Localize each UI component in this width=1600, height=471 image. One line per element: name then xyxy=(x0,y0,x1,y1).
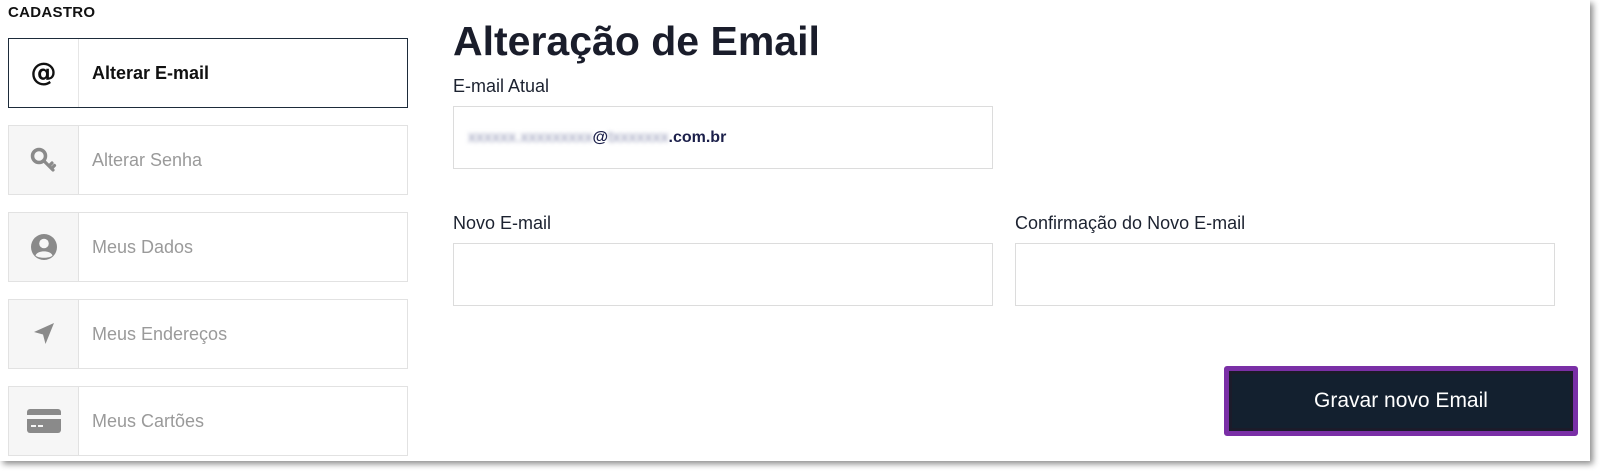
at-icon: @ xyxy=(9,39,79,107)
current-email-field: xxxxxx.xxxxxxxxx @ txxxxxxx .com.br xyxy=(453,106,993,169)
sidebar-item-meus-cartoes[interactable]: Meus Cartões xyxy=(8,386,408,456)
new-email-label: Novo E-mail xyxy=(453,213,552,233)
confirm-email-input[interactable] xyxy=(1015,243,1555,306)
blurred-username: xxxxxx.xxxxxxxxx xyxy=(468,128,593,146)
user-icon xyxy=(9,213,79,281)
blurred-domain: txxxxxxx xyxy=(608,128,669,146)
new-email-input[interactable] xyxy=(453,243,993,306)
sidebar-item-label: Meus Cartões xyxy=(92,410,205,431)
sidebar-item-alterar-email[interactable]: @ Alterar E-mail xyxy=(8,38,408,108)
confirm-email-label: Confirmação do Novo E-mail xyxy=(1015,213,1246,233)
sidebar-item-label: Alterar Senha xyxy=(92,149,203,170)
current-email-value: xxxxxx.xxxxxxxxx @ txxxxxxx .com.br xyxy=(468,128,727,146)
sidebar-item-meus-dados[interactable]: Meus Dados xyxy=(8,212,408,282)
key-icon xyxy=(9,126,79,194)
account-settings-panel: CADASTRO @ Alterar E-mail Alterar Senha … xyxy=(0,0,1590,461)
sidebar-item-label: Meus Endereços xyxy=(92,323,228,344)
sidebar-heading: CADASTRO xyxy=(8,4,96,21)
sidebar-item-alterar-senha[interactable]: Alterar Senha xyxy=(8,125,408,195)
page-title: Alteração de Email xyxy=(453,18,820,64)
location-arrow-icon xyxy=(9,300,79,368)
credit-card-icon xyxy=(9,387,79,455)
save-new-email-button[interactable]: Gravar novo Email xyxy=(1224,366,1578,436)
sidebar-item-label: Alterar E-mail xyxy=(92,62,210,83)
sidebar-item-meus-enderecos[interactable]: Meus Endereços xyxy=(8,299,408,369)
current-email-label: E-mail Atual xyxy=(453,76,550,96)
sidebar-item-label: Meus Dados xyxy=(92,236,194,257)
